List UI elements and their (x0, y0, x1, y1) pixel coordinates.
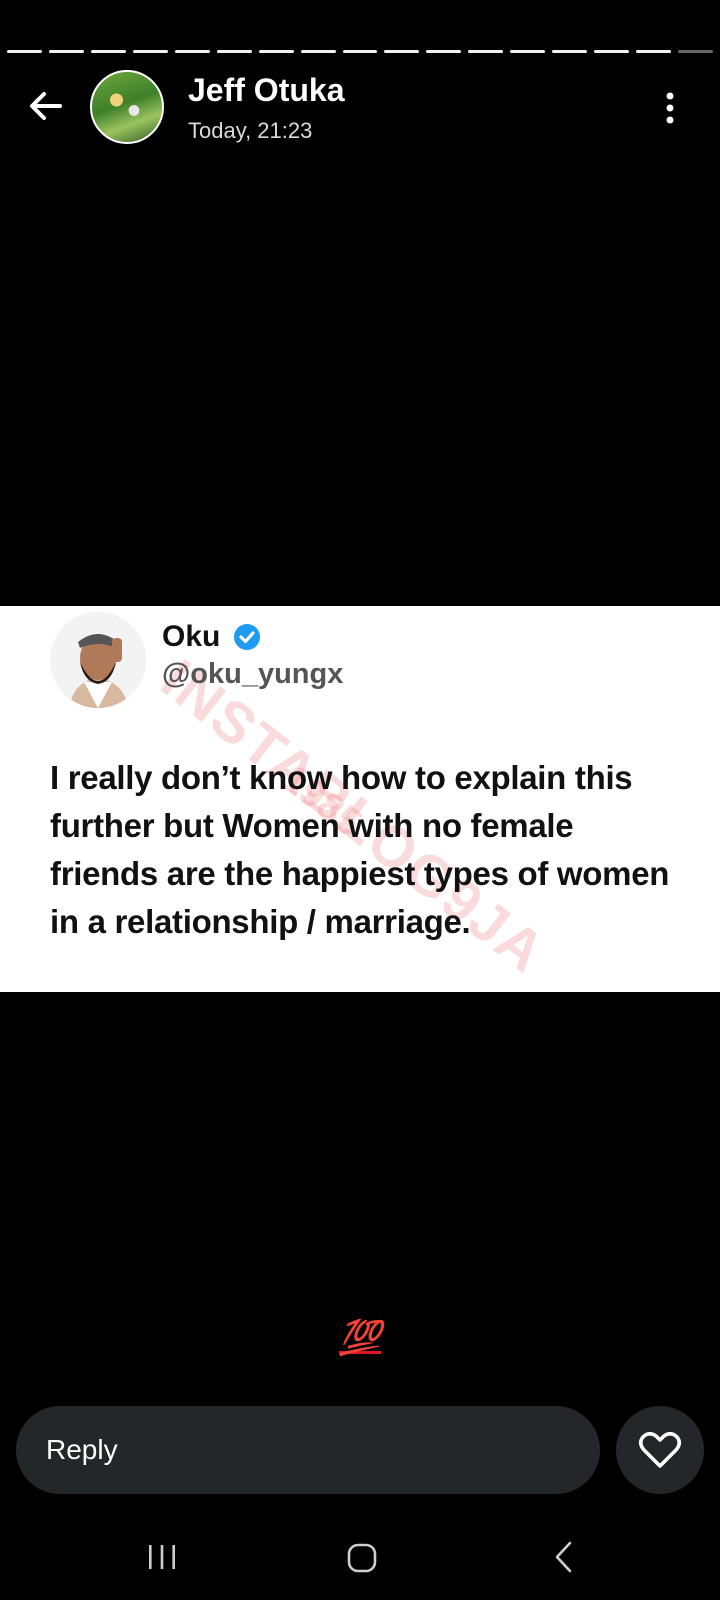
progress-segment (90, 50, 126, 53)
status-image: INSTABLOG9JA 1985 Oku @oku_yungx I reall… (0, 606, 720, 992)
heart-icon (638, 1431, 682, 1468)
reply-input[interactable]: Reply (16, 1406, 600, 1494)
progress-segment (258, 50, 294, 53)
tweet-author-name: Oku (162, 620, 221, 653)
progress-segment (174, 50, 210, 53)
status-caption: 💯 (338, 1319, 382, 1357)
status-timestamp: Today, 21:23 (188, 118, 313, 143)
tweet-text: I really don’t know how to explain this … (50, 759, 670, 940)
progress-segment (552, 50, 588, 53)
reply-placeholder: Reply (46, 1434, 118, 1465)
contact-name[interactable]: Jeff Otuka (188, 72, 344, 109)
back-arrow-icon[interactable] (26, 86, 66, 126)
like-button[interactable] (616, 1406, 704, 1494)
tweet-author-handle: @oku_yungx (162, 658, 344, 690)
progress-segment (510, 50, 546, 53)
system-nav-bar (0, 1530, 720, 1580)
recent-apps-icon[interactable] (147, 1542, 177, 1572)
progress-segment (300, 50, 336, 53)
contact-avatar[interactable] (90, 70, 164, 144)
status-header: Jeff Otuka Today, 21:23 (0, 68, 720, 148)
home-icon[interactable] (346, 1542, 378, 1574)
verified-badge-icon (234, 624, 260, 650)
progress-segment (7, 50, 42, 53)
progress-segment (636, 50, 671, 53)
progress-segment (216, 50, 252, 53)
story-progress-bar (7, 50, 713, 54)
progress-segment (678, 50, 713, 53)
nav-back-icon[interactable] (552, 1540, 576, 1574)
progress-segment (342, 50, 378, 53)
tweet-author-avatar (50, 612, 146, 708)
more-vertical-icon[interactable] (660, 88, 680, 128)
progress-segment (48, 50, 84, 53)
progress-segment (384, 50, 420, 53)
progress-segment (468, 50, 504, 53)
progress-segment (594, 50, 630, 53)
progress-segment (426, 50, 462, 53)
progress-segment (132, 50, 168, 53)
